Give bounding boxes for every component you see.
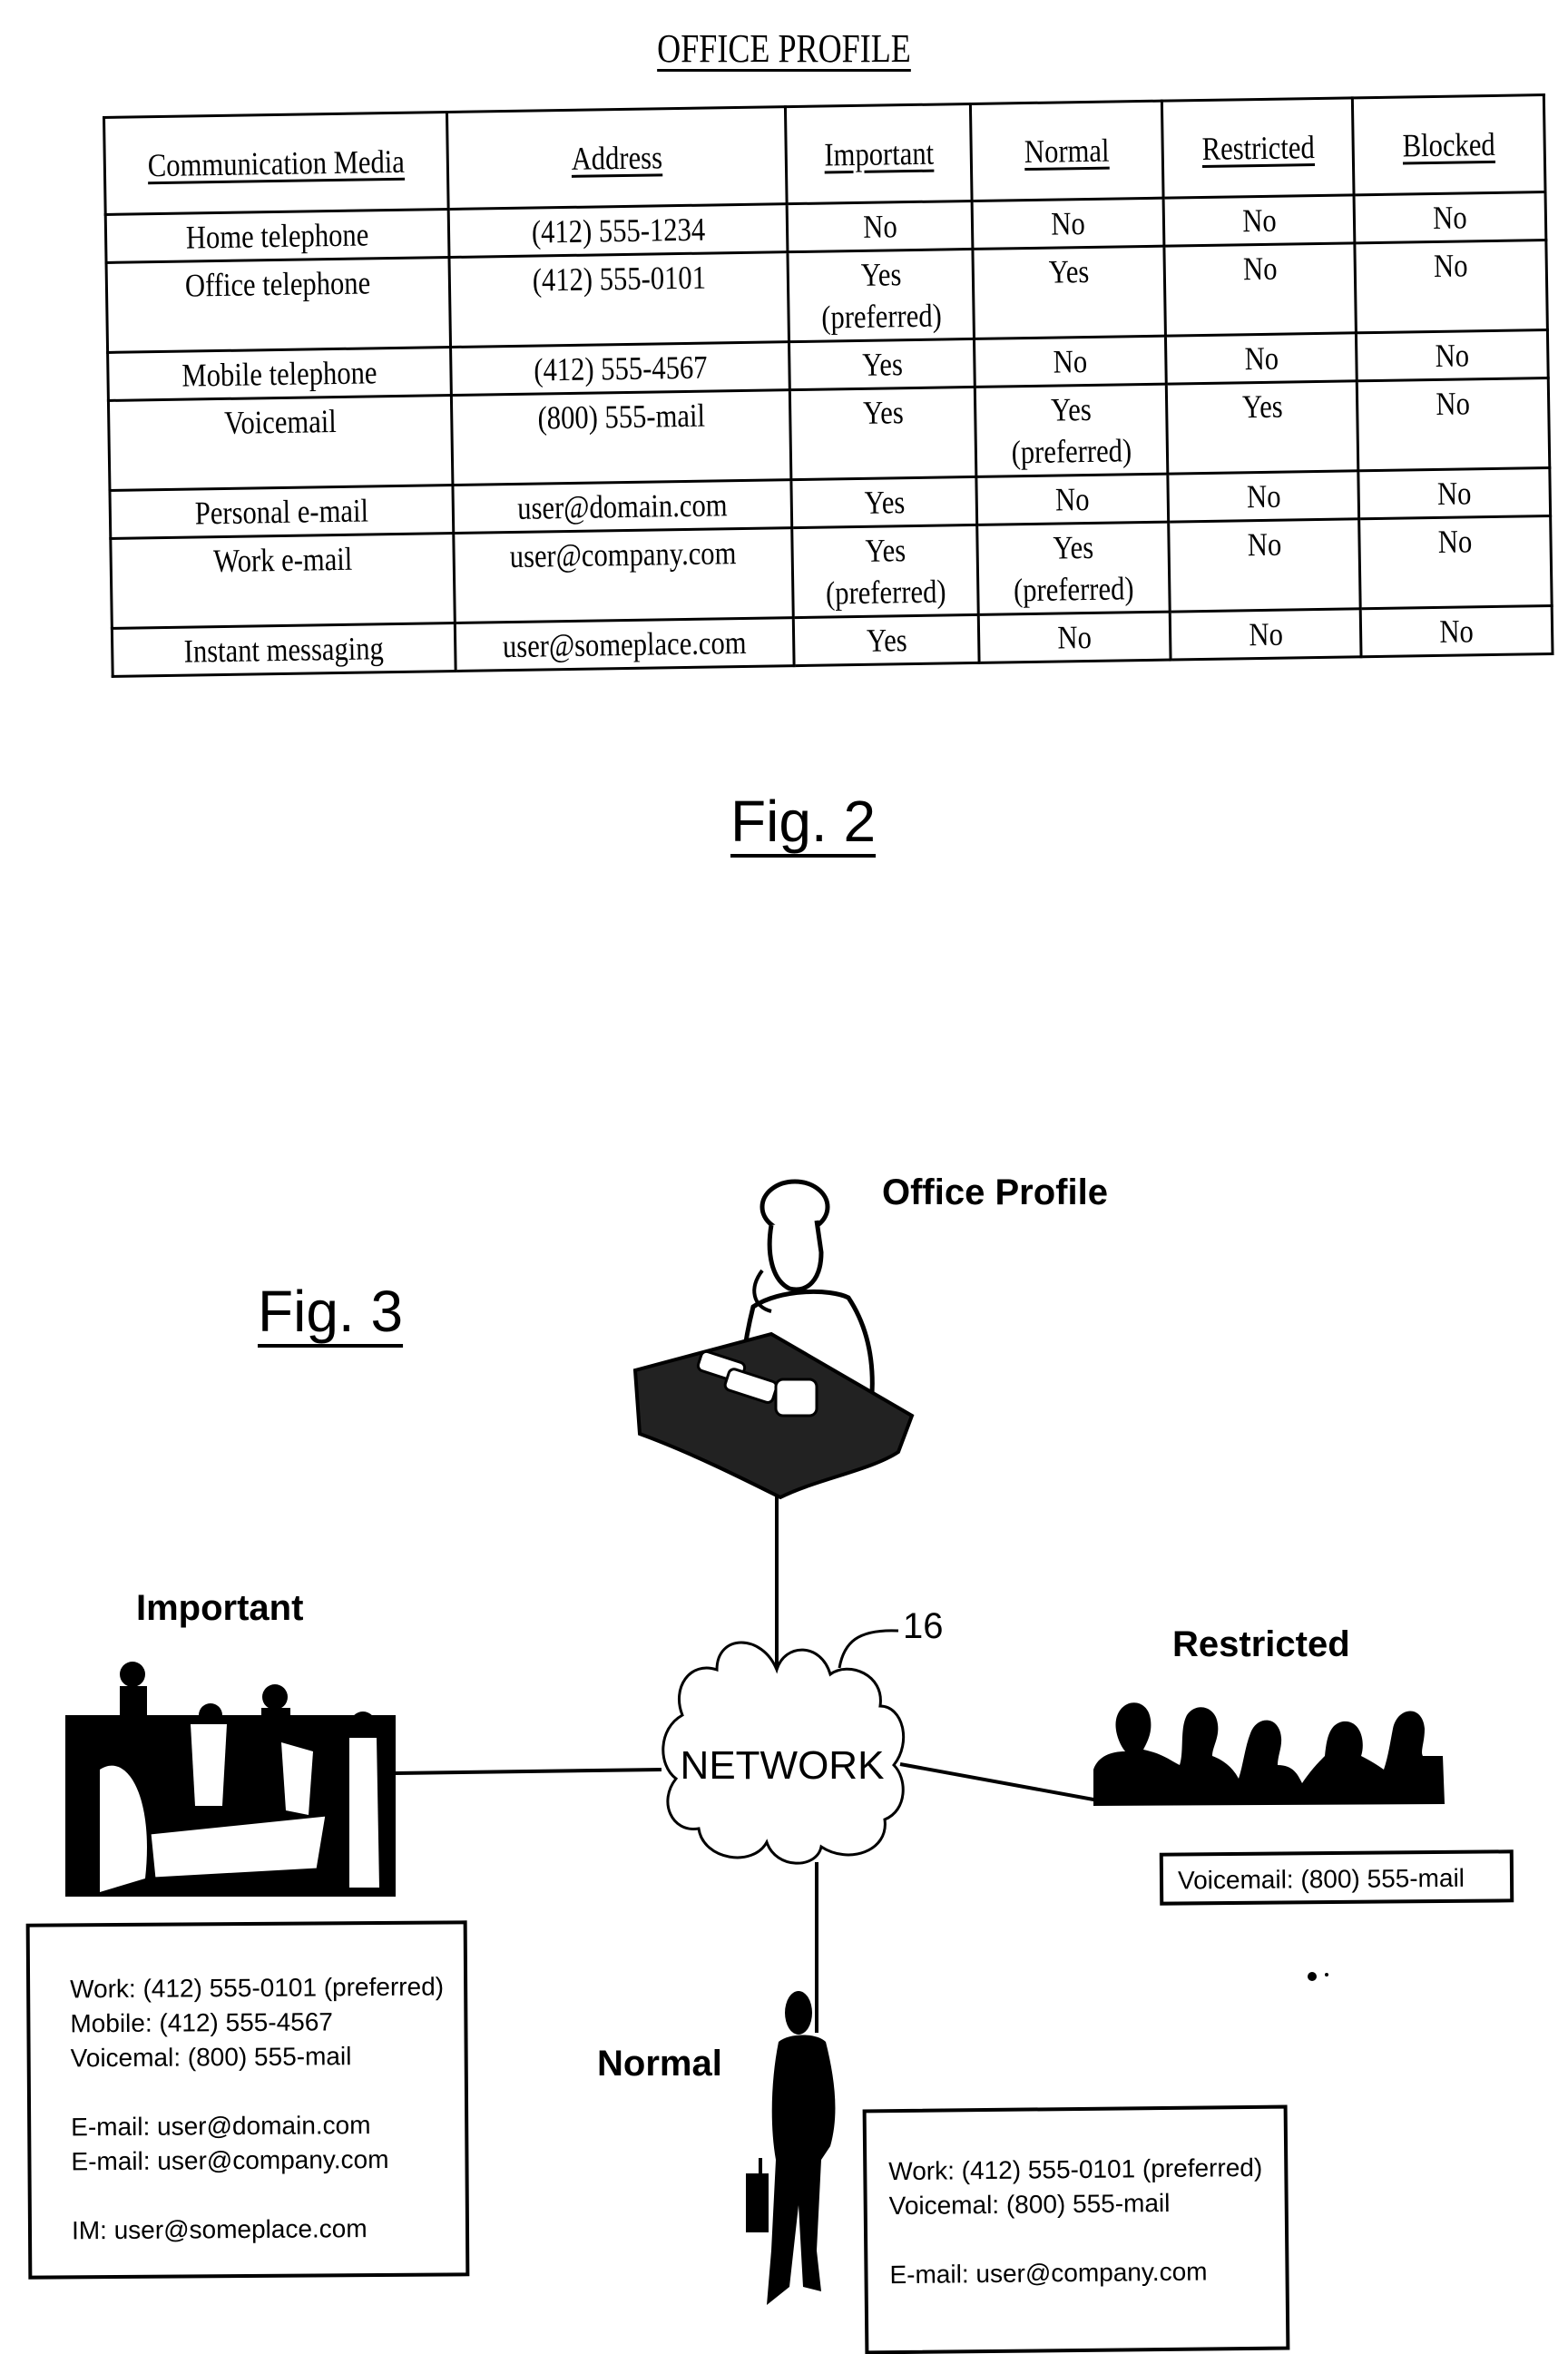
network-reference-number: 16 [903, 1606, 944, 1646]
audience-silhouettes-icon [1093, 1702, 1445, 1806]
card-line: Voicemail: (800) 555-mail [1177, 1863, 1465, 1895]
card-line: Mobile: (412) 555-4567 [70, 2007, 334, 2038]
normal-contact-card: Work: (412) 555-0101 (preferred) Voicemal… [862, 2104, 1290, 2354]
businessman-with-briefcase-icon [746, 1991, 836, 2305]
meeting-group-icon [65, 1662, 396, 1897]
scan-speck [1308, 1972, 1317, 1981]
card-spacer [889, 2220, 1285, 2259]
restricted-contact-card: Voicemail: (800) 555-mail [1159, 1849, 1514, 1906]
restricted-label: Restricted [1172, 1624, 1350, 1664]
reference-leader-line [838, 1629, 899, 1669]
card-line: Work: (412) 555-0101 (preferred) [888, 2153, 1263, 2186]
card-line: E-mail: user@domain.com [71, 2111, 371, 2142]
card-line: E-mail: user@company.com [889, 2257, 1208, 2290]
scan-speck [1325, 1973, 1328, 1976]
link-restricted-network [899, 1762, 1104, 1803]
card-line: Work: (412) 555-0101 (preferred) [70, 1972, 445, 2004]
office-profile-label: Office Profile [882, 1172, 1108, 1212]
card-line: IM: user@someplace.com [71, 2214, 368, 2245]
card-spacer [72, 2176, 466, 2213]
important-label: Important [136, 1588, 304, 1628]
card-line: Voicemal: (800) 555-mail [70, 2042, 352, 2073]
card-line: E-mail: user@company.com [71, 2144, 389, 2176]
card-line: Voicemal: (800) 555-mail [888, 2188, 1171, 2221]
important-contact-card: Work: (412) 555-0101 (preferred) Mobile: … [25, 1920, 470, 2280]
link-important-network [395, 1768, 662, 1775]
person-at-desk-with-phone-icon [632, 1179, 915, 1500]
network-label: NETWORK [681, 1743, 885, 1788]
normal-label: Normal [597, 2044, 722, 2084]
card-spacer [71, 2073, 465, 2110]
